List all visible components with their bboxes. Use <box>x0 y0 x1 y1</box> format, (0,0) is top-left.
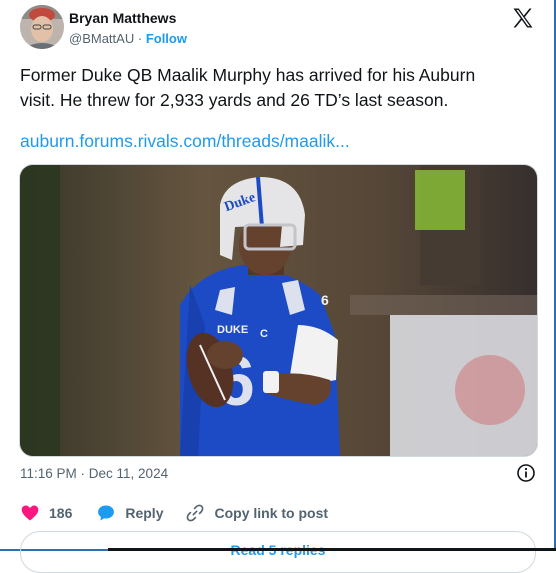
info-icon[interactable] <box>516 463 536 483</box>
reply-bubble-icon <box>98 505 115 521</box>
x-logo-icon[interactable] <box>511 6 535 30</box>
author-name[interactable]: Bryan Matthews <box>69 10 176 26</box>
reply-label: Reply <box>125 505 164 521</box>
action-bar: 186 Reply Copy link to post <box>20 502 328 524</box>
author-handle[interactable]: @BMattAU <box>69 31 134 46</box>
meta-separator: · <box>137 31 143 46</box>
follow-button[interactable]: Follow <box>146 31 187 46</box>
like-count: 186 <box>49 505 73 521</box>
tweet-timestamp[interactable]: 11:16 PM · Dec 11, 2024 <box>20 466 168 481</box>
heart-icon <box>21 505 39 521</box>
tweet-text: Former Duke QB Maalik Murphy has arrived… <box>20 65 476 110</box>
link-icon <box>187 504 204 522</box>
read-replies-button[interactable]: Read 5 replies <box>20 531 536 573</box>
like-button[interactable]: 186 <box>20 503 72 523</box>
tweet-media-image[interactable]: DUKE C 6 6 Duke <box>19 164 538 457</box>
tweet-link[interactable]: auburn.forums.rivals.com/threads/maalik.… <box>20 131 350 152</box>
copy-link-button[interactable]: Copy link to post <box>185 503 328 523</box>
copy-link-label: Copy link to post <box>214 505 329 521</box>
avatar[interactable] <box>20 5 64 49</box>
reply-button[interactable]: Reply <box>96 503 163 523</box>
author-meta: @BMattAU · Follow <box>69 31 187 46</box>
